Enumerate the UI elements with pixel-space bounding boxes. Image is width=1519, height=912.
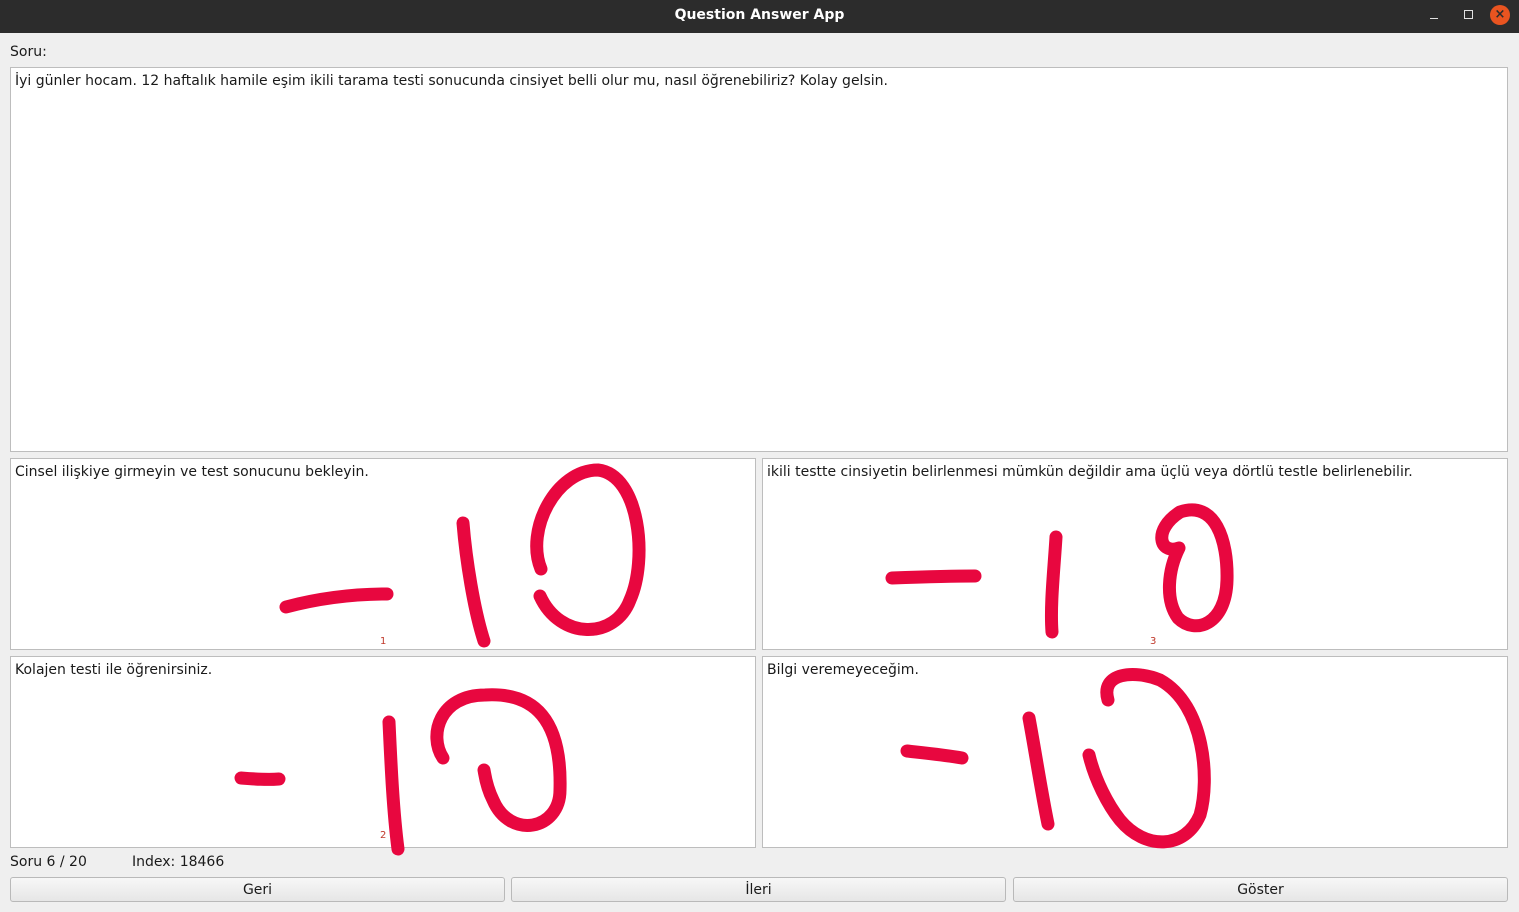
answer-option-1[interactable]: Cinsel ilişkiye girmeyin ve test sonucun… — [10, 458, 756, 650]
question-label: Soru: — [10, 44, 47, 60]
next-button[interactable]: İleri — [511, 877, 1006, 902]
answer-text: Kolajen testi ile öğrenirsiniz. — [15, 662, 213, 678]
answer-number: 3 — [1150, 636, 1157, 647]
question-text: İyi günler hocam. 12 haftalık hamile eşi… — [15, 73, 888, 89]
question-text-area[interactable]: İyi günler hocam. 12 haftalık hamile eşi… — [10, 67, 1508, 452]
show-button[interactable]: Göster — [1013, 877, 1508, 902]
window-title: Question Answer App — [674, 7, 845, 23]
answer-option-2[interactable]: ikili testte cinsiyetin belirlenmesi müm… — [762, 458, 1508, 650]
window-titlebar: Question Answer App × — [0, 0, 1519, 33]
answer-text: ikili testte cinsiyetin belirlenmesi müm… — [767, 464, 1413, 480]
answer-text: Bilgi veremeyeceğim. — [767, 662, 919, 678]
question-index: Index: 18466 — [132, 854, 225, 870]
close-icon[interactable]: × — [1490, 5, 1510, 25]
answer-text: Cinsel ilişkiye girmeyin ve test sonucun… — [15, 464, 369, 480]
answer-number: 2 — [380, 830, 387, 841]
answer-option-4[interactable]: Bilgi veremeyeceğim. — [762, 656, 1508, 848]
back-button[interactable]: Geri — [10, 877, 505, 902]
maximize-icon[interactable] — [1458, 5, 1478, 25]
answer-option-3[interactable]: Kolajen testi ile öğrenirsiniz. 2 — [10, 656, 756, 848]
question-progress: Soru 6 / 20 — [10, 854, 87, 870]
answer-number: 1 — [380, 636, 387, 647]
minimize-icon[interactable] — [1424, 5, 1444, 25]
